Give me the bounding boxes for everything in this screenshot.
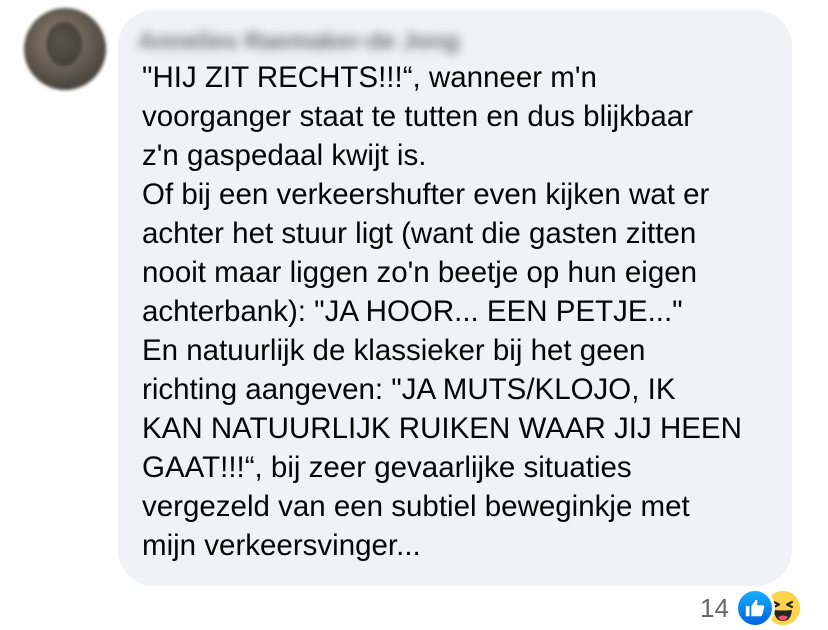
comment-line: KAN NATUURLIJK RUIKEN WAAR JIJ HEEN <box>142 412 742 445</box>
comment-line: "HIJ ZIT RECHTS!!!“, wanneer m'n <box>142 61 597 94</box>
comment-line: z'n gaspedaal kwijt is. <box>142 139 427 172</box>
reactions-summary[interactable]: 14 <box>700 588 803 628</box>
comment-text: "HIJ ZIT RECHTS!!!“, wanneer m'n voorgan… <box>142 58 782 565</box>
comment-line: vergezeld van een subtiel beweginkje met <box>142 490 690 523</box>
comment-bubble: Annelies Raemaker-de Jong "HIJ ZIT RECHT… <box>118 10 792 586</box>
comment-line: achterbank): "JA HOOR... EEN PETJE..." <box>142 295 683 328</box>
like-icon <box>734 588 775 628</box>
author-name[interactable]: Annelies Raemaker-de Jong <box>138 28 459 56</box>
comment-line: Of bij een verkeershufter even kijken wa… <box>142 178 710 211</box>
avatar[interactable] <box>24 8 106 90</box>
comment-line: En natuurlijk de klassieker bij het geen <box>142 334 646 367</box>
comment-line: richting aangeven: "JA MUTS/KLOJO, IK <box>142 373 676 406</box>
comment-line: GAAT!!!“, bij zeer gevaarlijke situaties <box>142 451 632 484</box>
reaction-count[interactable]: 14 <box>700 595 729 621</box>
comment-line: mijn verkeersvinger... <box>142 529 421 562</box>
comment-line: voorganger staat te tutten en dus blijkb… <box>142 100 694 133</box>
comment-line: nooit maar liggen zo'n beetje op hun eig… <box>142 256 698 289</box>
comment-line: achter het stuur ligt (want die gasten z… <box>142 217 697 250</box>
